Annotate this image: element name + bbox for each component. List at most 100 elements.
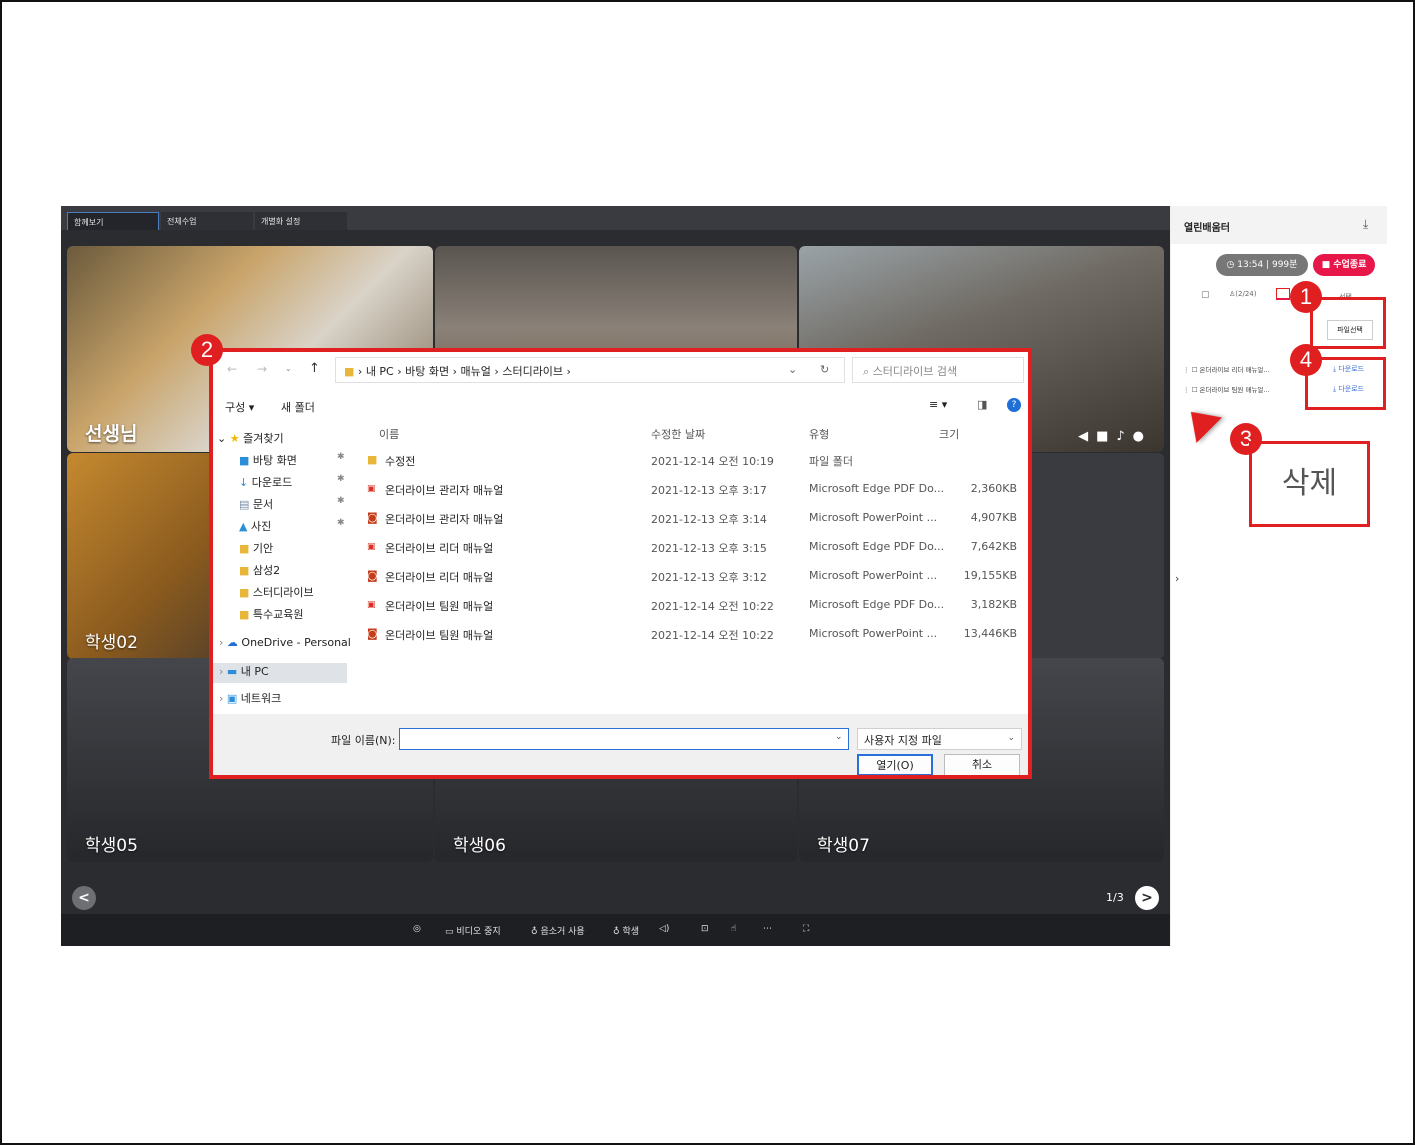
settings-icon[interactable]: ◎ <box>413 924 421 934</box>
file-row[interactable]: ◙ 온더라이브 관리자 매뉴얼 2021-12-13 오후 3:14 Micro… <box>353 506 1028 532</box>
drag-handle-icon[interactable]: ⋮ <box>1183 366 1192 374</box>
nav-downloads[interactable]: ↓ 다운로드 ✱ <box>239 474 345 494</box>
pin-icon: ✱ <box>337 452 345 462</box>
mic-icon[interactable]: ♪ <box>1116 429 1132 444</box>
view-options-icon[interactable]: ≡ ▾ <box>929 398 947 411</box>
file-open-dialog: ← → ⌄ ↑ ■ › 내 PC › 바탕 화면 › 매뉴얼 › 스터디라이브 … <box>209 348 1032 779</box>
filename-dropdown-icon[interactable]: ⌄ <box>835 732 843 742</box>
file-row[interactable]: ▣ 온더라이브 팀원 매뉴얼 2021-12-14 오전 10:22 Micro… <box>353 593 1028 619</box>
file-row[interactable]: ◙ 온더라이브 리더 매뉴얼 2021-12-13 오후 3:12 Micros… <box>353 564 1028 590</box>
student-mic-button[interactable]: ♁ 학생 <box>613 924 639 937</box>
tab-individual-settings[interactable]: 개별화 설정 <box>255 212 347 230</box>
expand-icon[interactable]: ⌄ <box>217 432 230 445</box>
dialog-nav-bar: ← → ⌄ ↑ ■ › 내 PC › 바탕 화면 › 매뉴얼 › 스터디라이브 … <box>213 352 1028 390</box>
folder-icon: ■ <box>344 365 355 378</box>
new-folder-button[interactable]: 새 폴더 <box>281 399 315 415</box>
prev-page-button[interactable]: < <box>72 886 96 910</box>
file-name: 수정전 <box>385 455 416 468</box>
next-page-button[interactable]: > <box>1135 886 1159 910</box>
tab-whole-class[interactable]: 전체수업 <box>161 212 253 230</box>
nav-label: 다운로드 <box>251 476 293 489</box>
forward-arrow-icon[interactable]: → <box>257 362 267 376</box>
shared-file-item[interactable]: ⋮ ☐ 온더라이브 팀원 매뉴얼... <box>1183 384 1270 394</box>
end-class-button[interactable]: ■ 수업종료 <box>1313 254 1375 276</box>
annotation-badge-4: 4 <box>1290 344 1322 376</box>
file-type-select[interactable]: 사용자 지정 파일 ⌄ <box>857 728 1022 750</box>
annotation-badge-1: 1 <box>1290 281 1322 313</box>
video-icon: ▭ <box>445 927 457 937</box>
more-icon[interactable]: ⋯ <box>763 924 772 934</box>
refresh-icon[interactable]: ↻ <box>820 363 829 376</box>
pdf-icon: ▣ <box>367 600 376 610</box>
column-header-name[interactable]: 이름 <box>379 426 399 442</box>
file-size: 2,360KB <box>970 482 1017 495</box>
breadcrumb-item[interactable]: 바탕 화면 <box>405 365 449 378</box>
fullscreen-icon[interactable]: ⛶ <box>803 924 809 934</box>
file-row[interactable]: ■ 수정전 2021-12-14 오전 10:19 파일 폴더 <box>353 448 1028 474</box>
open-button[interactable]: 열기(O) <box>857 754 933 775</box>
mute-button[interactable]: ♁ 음소거 사용 <box>531 924 585 937</box>
nav-folder-samsung2[interactable]: ■ 삼성2 <box>239 562 280 582</box>
breadcrumb-item[interactable]: 스터디라이브 <box>502 365 563 378</box>
file-type: Microsoft Edge PDF Do... <box>809 482 945 495</box>
organize-button[interactable]: 구성 ▾ <box>225 399 254 415</box>
back-arrow-icon[interactable]: ← <box>227 362 237 376</box>
drag-handle-icon[interactable]: ⋮ <box>1183 386 1192 394</box>
nav-onedrive[interactable]: › ☁ OneDrive - Personal <box>219 636 351 656</box>
speaker-icon[interactable]: ◁) <box>659 924 669 934</box>
download-icon: ↓ <box>239 476 252 489</box>
help-icon[interactable]: ? <box>1007 398 1021 412</box>
nav-documents[interactable]: ▤ 문서 ✱ <box>239 496 345 516</box>
expand-icon[interactable]: › <box>219 636 227 649</box>
file-row[interactable]: ◙ 온더라이브 팀원 매뉴얼 2021-12-14 오전 10:22 Micro… <box>353 622 1028 648</box>
column-header-type[interactable]: 유형 <box>809 426 829 442</box>
nav-desktop[interactable]: ■ 바탕 화면 ✱ <box>239 452 345 472</box>
tab-together-view[interactable]: 함께보기 <box>67 212 159 230</box>
nav-my-pc[interactable]: › ▬ 내 PC <box>213 663 347 683</box>
nav-folder-studylive[interactable]: ■ 스터디라이브 <box>239 584 314 604</box>
pin-icon: ✱ <box>337 518 345 528</box>
file-name: 온더라이브 관리자 매뉴얼 <box>385 484 504 497</box>
file-name: 온더라이브 팀원 매뉴얼 <box>385 629 494 642</box>
column-header-size[interactable]: 크기 <box>939 426 959 442</box>
speaker-icon[interactable]: ◀ <box>1078 429 1096 444</box>
breadcrumb-item[interactable]: 내 PC <box>366 365 394 378</box>
nav-network[interactable]: › ▣ 네트워크 <box>219 690 281 710</box>
participants-tab[interactable]: ♙(2/24) <box>1229 290 1256 298</box>
clock-icon: ◷ <box>1226 260 1238 270</box>
nav-folder-special-ed[interactable]: ■ 특수교육원 <box>239 606 304 626</box>
preview-pane-icon[interactable]: ◨ <box>977 398 987 411</box>
unlock-icon[interactable]: ⊡ <box>701 924 709 934</box>
filename-input[interactable] <box>399 728 849 750</box>
file-row[interactable]: ▣ 온더라이브 리더 매뉴얼 2021-12-13 오후 3:15 Micros… <box>353 535 1028 561</box>
download-icon[interactable]: ⤓ <box>1363 217 1368 232</box>
pdf-icon: ▣ <box>367 542 376 552</box>
video-stop-button[interactable]: ▭ 비디오 중지 <box>445 924 501 937</box>
expand-icon[interactable]: › <box>219 665 227 678</box>
recent-dropdown-icon[interactable]: ⌄ <box>285 364 292 373</box>
person-icon[interactable]: ● <box>1133 429 1152 444</box>
view-tabs: 함께보기 전체수업 개별화 설정 <box>61 206 1170 230</box>
file-name: 온더라이브 팀원 매뉴얼 <box>385 600 494 613</box>
address-dropdown-icon[interactable]: ⌄ <box>788 363 797 376</box>
nav-folder-draft[interactable]: ■ 기안 <box>239 540 273 560</box>
camera-icon[interactable]: ■ <box>1096 429 1116 444</box>
up-arrow-icon[interactable]: ↑ <box>309 361 320 376</box>
search-input[interactable]: ⌕ 스터디라이브 검색 <box>852 357 1024 383</box>
tile-media-icons: ◀■♪● <box>1078 429 1152 444</box>
hand-icon[interactable]: ☝ <box>731 924 736 934</box>
column-header-date[interactable]: 수정한 날짜 <box>651 426 705 442</box>
participant-count: (2/24) <box>1235 290 1257 298</box>
cancel-button[interactable]: 취소 <box>944 754 1020 775</box>
breadcrumb-item[interactable]: 매뉴얼 <box>461 365 491 378</box>
address-bar[interactable]: ■ › 내 PC › 바탕 화면 › 매뉴얼 › 스터디라이브 › ⌄ ↻ <box>335 357 845 383</box>
file-name: 온더라이브 리더 매뉴얼 <box>385 571 494 584</box>
chat-tab-icon[interactable]: ▢ <box>1201 290 1210 300</box>
file-row[interactable]: ▣ 온더라이브 관리자 매뉴얼 2021-12-13 오후 3:17 Micro… <box>353 477 1028 503</box>
shared-file-item[interactable]: ⋮ ☐ 온더라이브 리더 매뉴얼... <box>1183 364 1270 374</box>
collapse-panel-button[interactable]: › <box>1175 572 1179 585</box>
files-tab-icon[interactable] <box>1276 288 1290 300</box>
nav-favorites[interactable]: ⌄ ★ 즐겨찾기 <box>217 430 284 450</box>
nav-pictures[interactable]: ▲ 사진 ✱ <box>239 518 345 538</box>
expand-icon[interactable]: › <box>219 692 227 705</box>
